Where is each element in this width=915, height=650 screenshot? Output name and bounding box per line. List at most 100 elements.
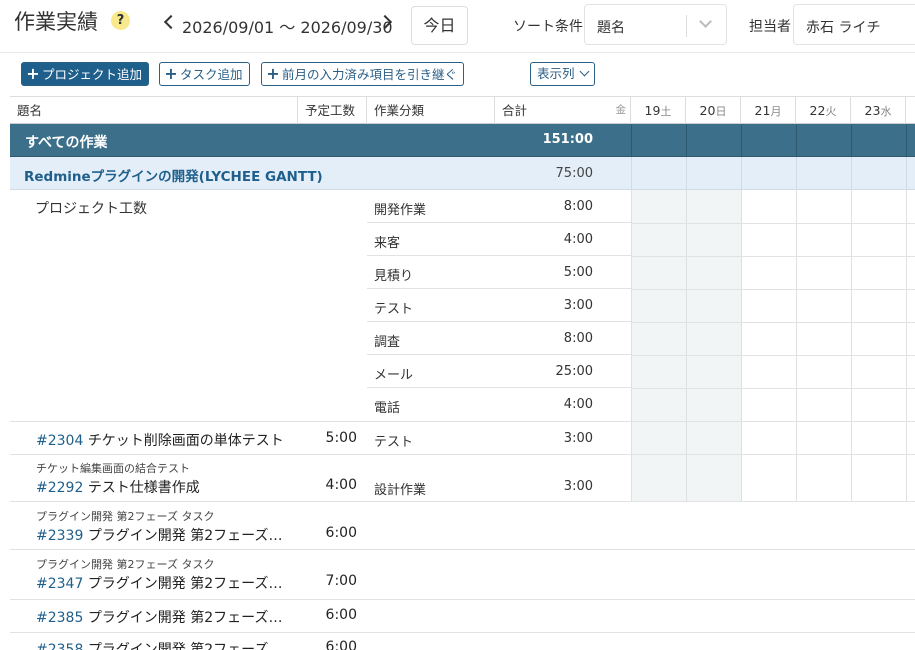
day-num: 20 xyxy=(699,103,716,118)
day-weekday: 土 xyxy=(660,105,672,118)
issue-title[interactable]: #2292 テスト仕様書作成 xyxy=(36,477,286,497)
display-columns-button[interactable]: 表示列 xyxy=(530,62,595,86)
col-total[interactable]: 合計 xyxy=(495,97,597,124)
day-cell xyxy=(631,124,686,156)
day-cell xyxy=(631,157,686,189)
issue-estimated: 6:00 xyxy=(325,607,357,623)
assignee-label: 担当者 xyxy=(749,19,791,35)
help-icon[interactable]: ? xyxy=(111,11,130,30)
work-category: 電話 xyxy=(374,401,401,416)
page-header: 作業実績 ? 2026/09/01 〜 2026/09/30 今日 ソート条件 … xyxy=(0,0,915,52)
all-works-total: 151:00 xyxy=(542,132,593,147)
issue-row[interactable]: #2358 プラグイン開発 第2フェーズ ... 6:00 xyxy=(10,633,915,650)
sort-label: ソート条件 xyxy=(513,19,583,35)
issue-title[interactable]: #2304 チケット削除画面の単体テスト xyxy=(36,430,286,450)
issue-title[interactable]: #2385 プラグイン開発 第2フェーズ ... xyxy=(36,607,286,627)
add-task-button[interactable]: + タスク追加 xyxy=(159,62,250,86)
issue-number[interactable]: #2358 xyxy=(36,642,83,650)
issue-estimated: 5:00 xyxy=(325,430,357,446)
page-title: 作業実績 xyxy=(14,10,98,34)
col-title[interactable]: 題名 xyxy=(10,97,298,124)
issue-row[interactable]: #2304 チケット削除画面の単体テスト 5:00 テスト 3:00 xyxy=(10,422,915,455)
work-category-row[interactable]: 電話 4:00 xyxy=(367,388,631,421)
chevron-down-icon xyxy=(579,66,589,77)
all-works-row[interactable]: すべての作業 151:00 xyxy=(10,124,915,157)
issue-subject: プラグイン開発 第2フェーズ ... xyxy=(87,576,286,592)
issue-row[interactable]: プラグイン開発 第2フェーズ タスク #2339 プラグイン開発 第2フェーズ … xyxy=(10,502,915,550)
work-hours: 4:00 xyxy=(563,397,593,412)
col-day-partial: 金 xyxy=(597,97,631,124)
chevron-left-icon xyxy=(163,14,179,30)
issue-hours: 3:00 xyxy=(563,431,593,446)
work-category-row[interactable]: メール 25:00 xyxy=(367,355,631,388)
assignee-field[interactable]: 赤石 ライチ xyxy=(793,4,915,45)
day-num: 21 xyxy=(754,103,771,118)
project-row[interactable]: Redmineプラグインの開発(LYCHEE GANTT) 75:00 xyxy=(10,157,915,190)
day-cell xyxy=(741,124,796,156)
work-category-row[interactable]: 開発作業 8:00 xyxy=(367,190,631,223)
col-day: 19土 xyxy=(631,97,686,124)
issue-number[interactable]: #2385 xyxy=(36,610,83,626)
plus-icon: + xyxy=(26,64,40,83)
issue-title[interactable]: #2358 プラグイン開発 第2フェーズ ... xyxy=(36,639,286,650)
issue-estimated: 7:00 xyxy=(325,573,357,589)
day-num: 19 xyxy=(644,103,661,118)
issue-category: テスト xyxy=(374,435,414,450)
issue-parent: チケット編集画面の結合テスト xyxy=(36,462,190,475)
col-category[interactable]: 作業分類 xyxy=(367,97,495,124)
grid-line xyxy=(631,322,915,323)
work-category-row[interactable]: テスト 3:00 xyxy=(367,289,631,322)
work-hours: 8:00 xyxy=(563,199,593,214)
issue-subject: テスト仕様書作成 xyxy=(87,480,200,496)
sort-value: 題名 xyxy=(597,20,625,36)
issue-number[interactable]: #2339 xyxy=(36,528,83,544)
issue-estimated: 4:00 xyxy=(325,477,357,493)
work-hours: 3:00 xyxy=(563,298,593,313)
work-category: 調査 xyxy=(374,335,401,350)
work-category-row[interactable]: 調査 8:00 xyxy=(367,322,631,355)
work-category-row[interactable]: 来客 4:00 xyxy=(367,223,631,256)
issue-parent: プラグイン開発 第2フェーズ タスク xyxy=(36,510,215,523)
issue-subject: プラグイン開発 第2フェーズ ... xyxy=(87,642,286,650)
carry-over-label: 前月の入力済み項目を引き継ぐ xyxy=(282,67,458,82)
day-cell xyxy=(851,157,906,189)
project-total: 75:00 xyxy=(555,166,593,181)
issue-number[interactable]: #2304 xyxy=(36,433,83,449)
work-hours: 8:00 xyxy=(563,331,593,346)
project-work-label: プロジェクト工数 xyxy=(35,201,147,217)
plus-icon: + xyxy=(164,64,178,83)
day-weekday: 日 xyxy=(715,105,727,118)
project-name[interactable]: Redmineプラグインの開発(LYCHEE GANTT) xyxy=(24,165,323,185)
carry-over-button[interactable]: + 前月の入力済み項目を引き継ぐ xyxy=(261,62,465,86)
chevron-right-icon xyxy=(377,14,393,30)
issue-title[interactable]: #2347 プラグイン開発 第2フェーズ ... xyxy=(36,573,286,593)
prev-period-button[interactable] xyxy=(162,12,179,34)
issue-number[interactable]: #2347 xyxy=(36,576,83,592)
day-cell xyxy=(796,157,851,189)
sort-select[interactable]: 題名 xyxy=(584,4,727,45)
day-cell xyxy=(906,157,915,189)
add-project-label: プロジェクト追加 xyxy=(42,67,143,82)
day-weekday: 火 xyxy=(825,105,837,118)
issue-number[interactable]: #2292 xyxy=(36,480,83,496)
issue-title[interactable]: #2339 プラグイン開発 第2フェーズ ... xyxy=(36,525,286,545)
issue-row[interactable]: チケット編集画面の結合テスト #2292 テスト仕様書作成 4:00 設計作業 … xyxy=(10,455,915,502)
col-day: 22火 xyxy=(796,97,851,124)
add-project-button[interactable]: + プロジェクト追加 xyxy=(21,62,150,86)
issue-category: 設計作業 xyxy=(374,483,427,498)
add-task-label: タスク追加 xyxy=(180,67,243,82)
issue-row[interactable]: プラグイン開発 第2フェーズ タスク #2347 プラグイン開発 第2フェーズ … xyxy=(10,550,915,600)
assignee-value: 赤石 ライチ xyxy=(806,20,881,36)
today-button[interactable]: 今日 xyxy=(411,6,468,45)
date-range: 2026/09/01 〜 2026/09/30 xyxy=(182,18,393,37)
col-estimated[interactable]: 予定工数 xyxy=(298,97,367,124)
work-category: 見積り xyxy=(374,269,414,284)
all-works-label: すべての作業 xyxy=(25,135,108,151)
next-period-button[interactable] xyxy=(377,12,394,34)
issue-row[interactable]: #2385 プラグイン開発 第2フェーズ ... 6:00 xyxy=(10,600,915,633)
column-header-row: 題名 予定工数 作業分類 合計 金 19土 20日 21月 22火 23水 xyxy=(10,96,915,124)
work-category-row[interactable]: 見積り 5:00 xyxy=(367,256,631,289)
worklog-grid: 題名 予定工数 作業分類 合計 金 19土 20日 21月 22火 23水 すべ… xyxy=(10,96,915,650)
col-day: 20日 xyxy=(686,97,741,124)
work-hours: 4:00 xyxy=(563,232,593,247)
